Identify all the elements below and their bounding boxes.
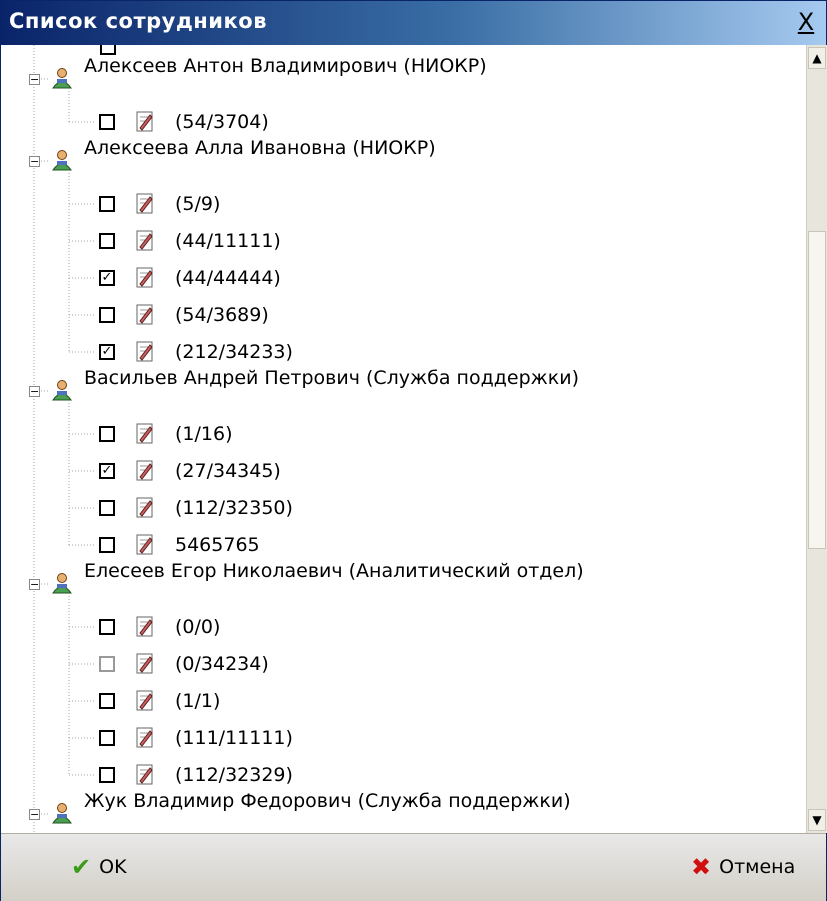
checkbox[interactable] — [99, 537, 115, 553]
item-label[interactable]: (1/1) — [175, 690, 220, 712]
employee-list-dialog: Список сотрудников X − Алексеев Антон Вла… — [0, 0, 827, 901]
item-label[interactable]: (212/34233) — [175, 341, 293, 363]
checkbox[interactable] — [99, 656, 115, 672]
tree-lines — [33, 45, 96, 833]
document-icon — [135, 652, 155, 676]
item-label[interactable]: (5/9) — [175, 193, 220, 215]
checkbox[interactable] — [99, 196, 115, 212]
item-label[interactable]: (112/32329) — [175, 764, 293, 786]
cancel-button-label: Отмена — [719, 856, 796, 878]
collapse-toggle[interactable]: − — [29, 156, 40, 167]
document-icon — [135, 496, 155, 520]
item-label[interactable]: (27/34345) — [175, 460, 281, 482]
item-label[interactable]: (44/44444) — [175, 267, 281, 289]
ok-button[interactable]: ✔ OK — [71, 848, 127, 886]
person-icon — [51, 149, 73, 171]
checkbox[interactable]: ✓ — [99, 270, 115, 286]
person-icon — [51, 67, 73, 89]
checkbox[interactable] — [99, 730, 115, 746]
checkbox[interactable] — [99, 307, 115, 323]
document-icon — [135, 689, 155, 713]
document-icon — [135, 266, 155, 290]
ok-button-label: OK — [99, 856, 127, 878]
employee-name[interactable]: Елесеев Егор Николаевич (Аналитический о… — [84, 560, 584, 582]
person-icon — [51, 802, 73, 824]
vertical-scrollbar[interactable]: ▲ ▼ — [806, 45, 827, 833]
item-label[interactable]: 5465765 — [175, 534, 260, 556]
document-icon — [135, 459, 155, 483]
collapse-toggle[interactable]: − — [29, 74, 40, 85]
checkbox[interactable]: ✓ — [99, 344, 115, 360]
item-label[interactable]: (54/3689) — [175, 304, 269, 326]
item-label[interactable]: (1/16) — [175, 423, 233, 445]
checkbox[interactable] — [99, 114, 115, 130]
dialog-footer: ✔ OK ✖ Отмена — [1, 833, 826, 901]
checkbox[interactable] — [100, 45, 116, 55]
checkbox[interactable] — [99, 500, 115, 516]
dialog-title: Список сотрудников — [9, 9, 267, 33]
checkbox[interactable] — [99, 233, 115, 249]
employee-tree: − Алексеев Антон Владимирович (НИОКР) (54/… — [1, 45, 806, 833]
collapse-toggle[interactable]: − — [29, 579, 40, 590]
item-label[interactable]: (44/11111) — [175, 230, 281, 252]
document-icon — [135, 726, 155, 750]
person-icon — [51, 379, 73, 401]
item-label[interactable]: (111/11111) — [175, 727, 293, 749]
checkmark-icon: ✔ — [71, 853, 92, 881]
collapse-toggle[interactable]: − — [29, 809, 40, 820]
cross-icon: ✖ — [691, 853, 712, 881]
document-icon — [135, 533, 155, 557]
scroll-up-button[interactable]: ▲ — [808, 47, 826, 69]
cancel-button[interactable]: ✖ Отмена — [691, 848, 795, 886]
employee-name[interactable]: Жук Владимир Федорович (Служба поддержки… — [84, 790, 571, 812]
document-icon — [135, 615, 155, 639]
item-label[interactable]: (112/32350) — [175, 497, 293, 519]
title-bar[interactable]: Список сотрудников X — [1, 1, 826, 45]
checkbox[interactable] — [99, 693, 115, 709]
document-icon — [135, 422, 155, 446]
document-icon — [135, 303, 155, 327]
employee-name[interactable]: Алексеева Алла Ивановна (НИОКР) — [84, 137, 436, 159]
collapse-toggle[interactable]: − — [29, 386, 40, 397]
checkbox[interactable] — [99, 767, 115, 783]
checkbox[interactable] — [99, 619, 115, 635]
employee-name[interactable]: Васильев Андрей Петрович (Служба поддерж… — [84, 367, 579, 389]
checkbox[interactable]: ✓ — [99, 463, 115, 479]
person-icon — [51, 572, 73, 594]
scroll-down-button[interactable]: ▼ — [808, 809, 826, 831]
document-icon — [135, 229, 155, 253]
item-label[interactable]: (54/3704) — [175, 111, 269, 133]
item-label[interactable]: (0/34234) — [175, 653, 269, 675]
item-label[interactable]: (0/0) — [175, 616, 220, 638]
document-icon — [135, 192, 155, 216]
scroll-thumb[interactable] — [808, 231, 826, 549]
document-icon — [135, 340, 155, 364]
checkbox[interactable] — [99, 426, 115, 442]
document-icon — [135, 110, 155, 134]
employee-name[interactable]: Алексеев Антон Владимирович (НИОКР) — [84, 55, 487, 77]
close-button[interactable]: X — [792, 7, 820, 37]
document-icon — [135, 763, 155, 787]
